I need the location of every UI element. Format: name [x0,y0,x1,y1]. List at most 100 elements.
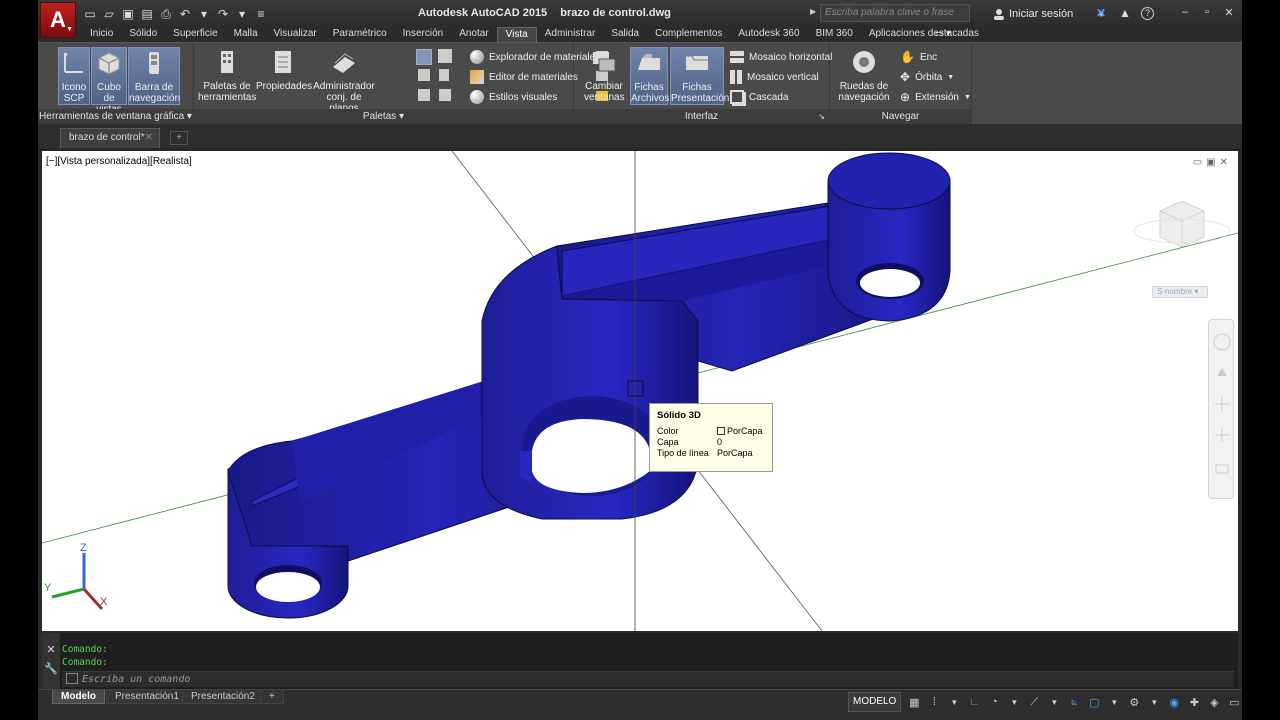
close-icon[interactable]: ✕ [145,129,153,147]
panel-title[interactable]: Paletas ▾ [194,109,573,125]
minimize-icon[interactable]: ▭ [1193,157,1202,168]
isolate-objects-icon[interactable]: ◈ [1207,695,1221,709]
command-input[interactable]: Escriba un comando [62,671,1234,687]
new-file-icon[interactable]: ▭ [82,6,98,22]
restore-icon[interactable]: ▫ [1200,4,1214,20]
open-folder-icon[interactable]: ▱ [101,6,117,22]
navigation-bar-button[interactable]: Barra de navegación [128,47,180,105]
layout-tab-model[interactable]: Modelo [52,690,105,704]
new-tab-button[interactable]: + [170,131,188,145]
extents-button[interactable]: ⊕ Extensión ▼ [900,88,971,106]
view-cube[interactable] [1133,200,1231,248]
save-icon[interactable]: ▣ [120,6,136,22]
tab-salida[interactable]: Salida [603,27,647,42]
tab-visualizar[interactable]: Visualizar [266,27,325,42]
steering-wheels-button[interactable]: Ruedas de navegación [836,47,892,105]
grid-icon[interactable]: ▦ [907,695,921,709]
exchange-apps-icon[interactable]: ✕ [1093,5,1109,21]
customize-qat-icon[interactable]: ≡ [253,6,269,22]
visual-styles-button[interactable]: Estilos visuales [470,88,557,106]
restore-icon[interactable]: ▣ [1206,157,1215,168]
cascade-button[interactable]: Cascada [730,88,788,106]
tab-superficie[interactable]: Superficie [165,27,225,42]
ucs-menu[interactable]: S-nombre ▾ [1152,286,1208,298]
panel-title[interactable]: Herramientas de ventana gráfica ▾ [38,109,193,125]
tile-vertical-button[interactable]: Mosaico vertical [730,68,819,86]
drawing-viewport[interactable]: Z Y X [−][Vista personalizada][Realista]… [42,151,1238,631]
close-icon[interactable]: ✕ [42,643,60,656]
tab-bim-360[interactable]: BIM 360 [808,27,861,42]
chevron-down-icon[interactable]: ▼ [1107,695,1121,709]
calculator-icon[interactable] [439,69,449,81]
palette-icon[interactable] [439,89,451,101]
palette-icon[interactable] [418,69,430,81]
sheet-set-manager-button[interactable]: Administrador conj. de planos [312,47,376,114]
new-layout-button[interactable]: + [260,690,284,704]
tab-insercion[interactable]: Inserción [395,27,452,42]
palette-icon[interactable] [418,89,430,101]
isodraft-icon[interactable]: ⟋ [1027,695,1041,709]
chevron-down-icon[interactable]: ▼ [1007,695,1021,709]
ortho-icon[interactable]: ∟ [967,695,981,709]
orbit-button[interactable]: ✥ Órbita ▼ [900,68,954,86]
undo-dropdown-icon[interactable]: ▾ [196,6,212,22]
palette-toggle-icon[interactable] [416,49,432,65]
navigation-bar[interactable] [1208,319,1234,499]
chevron-down-icon[interactable]: ▼ [1047,695,1061,709]
hardware-acceleration-icon[interactable]: ▭ [1227,695,1241,709]
tab-parametrico[interactable]: Paramétrico [325,27,395,42]
workspace-icon[interactable]: ◉ [1167,695,1181,709]
pan-button[interactable]: ✋ Enc [900,48,937,66]
layout-tab-2[interactable]: Presentación2 [182,690,264,704]
tab-complementos[interactable]: Complementos [647,27,730,42]
panel-title[interactable]: Navegar [830,109,971,125]
tab-inicio[interactable]: Inicio [82,27,121,42]
undo-icon[interactable]: ↶ [177,6,193,22]
tab-malla[interactable]: Malla [226,27,266,42]
tab-administrar[interactable]: Administrar [537,27,604,42]
file-tab[interactable]: brazo de control* ✕ [60,128,160,148]
gear-icon[interactable]: ⚙ [1127,695,1141,709]
tab-aplicaciones-destacadas[interactable]: Aplicaciones destacadas [861,27,987,42]
view-cube-button[interactable]: Cubo de vistas [91,47,127,115]
sign-in-button[interactable]: Iniciar sesión ▼ [993,5,1105,23]
tab-anotar[interactable]: Anotar [451,27,496,42]
switch-windows-button[interactable]: Cambiar ventanas [584,47,625,105]
tab-vista[interactable]: Vista [496,27,537,42]
tool-palettes-button[interactable]: Paletas de herramientas [198,47,256,105]
minimize-icon[interactable]: – [1178,4,1192,20]
wrench-icon[interactable]: 🔧 [42,662,60,675]
properties-button[interactable]: Propiedades [256,47,312,105]
palette-icon[interactable] [438,49,452,63]
close-icon[interactable]: ✕ [1222,4,1236,20]
redo-icon[interactable]: ↷ [215,6,231,22]
search-expand-icon[interactable]: ▶ [810,7,816,16]
ucs-icon-button[interactable]: Icono SCP [58,47,90,105]
save-as-icon[interactable]: ▤ [139,6,155,22]
close-icon[interactable]: ✕ [1220,157,1228,168]
materials-editor-button[interactable]: Editor de materiales [470,68,578,86]
tile-horizontal-button[interactable]: Mosaico horizontal [730,48,832,66]
polar-icon[interactable]: ◔ [987,695,1001,709]
chevron-down-icon[interactable]: ▼ [947,695,961,709]
viewport-controls-label[interactable]: [−][Vista personalizada][Realista] [46,156,192,167]
tab-solido[interactable]: Sólido [121,27,165,42]
dialog-launcher-icon[interactable]: ↘ [818,109,825,125]
layout-tab-1[interactable]: Presentación1 [106,690,188,704]
object-snap-tracking-icon[interactable]: ⦝ [1067,695,1081,709]
file-tabs-button[interactable]: Fichas Archivos [630,47,669,105]
layout-tabs-button[interactable]: Fichas Presentación [670,47,729,105]
ribbon-minimize-icon[interactable]: ▭ ▾ [935,28,951,39]
panel-title[interactable]: Interfaz ↘ [574,109,829,125]
application-menu-button[interactable]: A ▼ [40,2,76,38]
object-snap-icon[interactable]: ▢ [1087,695,1101,709]
print-icon[interactable]: ⎙ [158,6,174,22]
help-icon[interactable]: ? [1141,6,1154,20]
stay-connected-icon[interactable]: ▲ [1117,5,1133,21]
chevron-down-icon[interactable]: ▼ [1147,695,1161,709]
annotation-monitor-icon[interactable]: ✚ [1187,695,1201,709]
redo-dropdown-icon[interactable]: ▾ [234,6,250,22]
model-space-button[interactable]: MODELO [848,692,902,712]
snap-icon[interactable]: ⁞ [927,695,941,709]
search-input[interactable]: Escriba palabra clave o frase [820,4,970,22]
